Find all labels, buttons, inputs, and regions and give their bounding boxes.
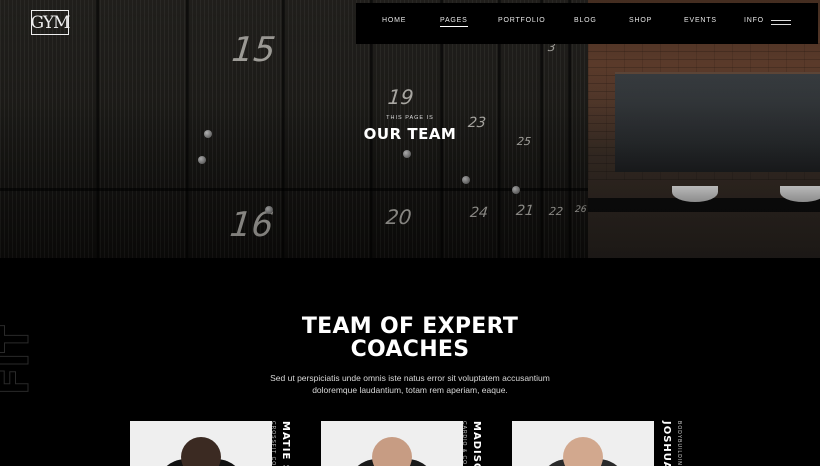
team-card-photo[interactable] — [512, 421, 654, 466]
team-member-name[interactable]: MADISO — [471, 421, 482, 466]
section-title: TEAM OF EXPERT COACHES — [0, 315, 820, 361]
coach-face — [563, 437, 603, 466]
logo-text: GYM — [30, 12, 71, 33]
team-card-photo[interactable] — [321, 421, 463, 466]
nav-item-home[interactable]: HOME — [382, 17, 406, 24]
team-member-name[interactable]: MATIE SI — [280, 421, 291, 466]
section-title-line1: TEAM OF EXPERT — [301, 314, 519, 339]
team-card-photo[interactable] — [130, 421, 272, 466]
section-title-line2: COACHES — [350, 337, 470, 362]
team-member-name[interactable]: JOSHUA — [661, 421, 672, 466]
section-description: Sed ut perspiciatis unde omnis iste natu… — [270, 373, 550, 395]
site-logo[interactable]: GYM — [30, 10, 71, 35]
team-member-role: BODYBUILDIN — [676, 421, 682, 466]
team-member-role: CARDIO & CO — [461, 421, 467, 466]
hamburger-icon[interactable] — [771, 20, 791, 26]
nav-item-events[interactable]: EVENTS — [684, 17, 717, 24]
coach-face — [372, 437, 412, 466]
nav-item-blog[interactable]: BLOG — [574, 17, 597, 24]
team-member-role: CROSSFIT CO — [270, 421, 276, 466]
coach-face — [181, 437, 221, 466]
nav-item-info[interactable]: INFO — [744, 17, 764, 24]
nav-item-portfolio[interactable]: PORTFOLIO — [498, 17, 546, 24]
nav-item-pages[interactable]: PAGES — [440, 17, 468, 27]
nav-item-shop[interactable]: SHOP — [629, 17, 652, 24]
page-title: OUR TEAM — [363, 125, 457, 143]
hero-subtitle: THIS PAGE IS — [386, 115, 434, 121]
